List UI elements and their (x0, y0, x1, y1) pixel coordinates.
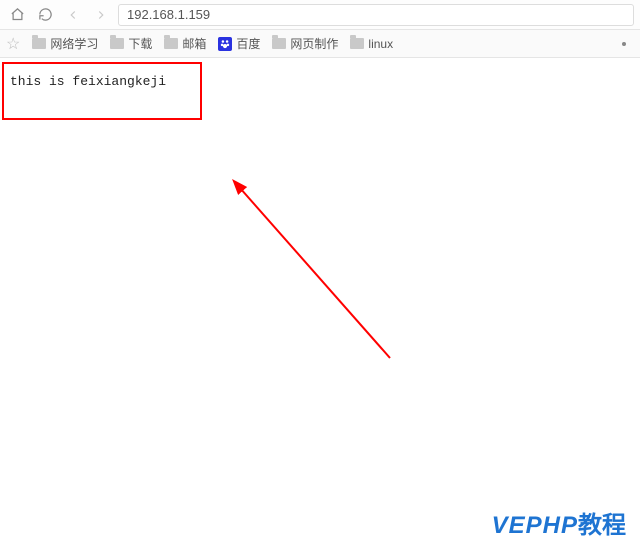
bookmarks-bar: ☆ 网络学习 下载 邮箱 百度 网页制作 linux (0, 30, 640, 58)
bookmark-item[interactable]: linux (350, 37, 393, 51)
folder-icon (164, 38, 178, 49)
star-icon[interactable]: ☆ (6, 34, 20, 54)
highlight-box: this is feixiangkeji (2, 62, 202, 120)
page-viewport: this is feixiangkeji VEPHP教程 (0, 58, 640, 550)
address-bar[interactable] (118, 4, 634, 26)
bookmark-item[interactable]: 邮箱 (164, 35, 206, 52)
bookmark-label: 网页制作 (290, 35, 338, 52)
watermark-text-1: VEPHP (492, 512, 578, 539)
bookmarks-overflow-icon[interactable] (622, 42, 626, 46)
home-icon (10, 7, 25, 22)
watermark-text-2: 教程 (578, 512, 626, 539)
folder-icon (272, 38, 286, 49)
bookmark-item[interactable]: 下载 (110, 35, 152, 52)
bookmark-label: 下载 (128, 35, 152, 52)
bookmark-item[interactable]: 网页制作 (272, 35, 338, 52)
refresh-icon (38, 7, 53, 22)
watermark: VEPHP教程 (492, 505, 626, 540)
forward-icon (94, 8, 108, 22)
bookmark-label: 百度 (236, 35, 260, 52)
bookmark-item[interactable]: 百度 (218, 35, 260, 52)
address-input[interactable] (127, 7, 625, 22)
bookmark-label: 邮箱 (182, 35, 206, 52)
bookmark-item[interactable]: 网络学习 (32, 35, 98, 52)
annotation-arrow-icon (200, 178, 430, 378)
bookmark-label: linux (368, 37, 393, 51)
folder-icon (350, 38, 364, 49)
forward-button[interactable] (90, 4, 112, 26)
home-button[interactable] (6, 4, 28, 26)
bookmark-label: 网络学习 (50, 35, 98, 52)
page-text: this is feixiangkeji (10, 74, 166, 89)
back-icon (66, 8, 80, 22)
folder-icon (32, 38, 46, 49)
baidu-icon (218, 37, 232, 51)
back-button[interactable] (62, 4, 84, 26)
browser-toolbar (0, 0, 640, 30)
refresh-button[interactable] (34, 4, 56, 26)
folder-icon (110, 38, 124, 49)
